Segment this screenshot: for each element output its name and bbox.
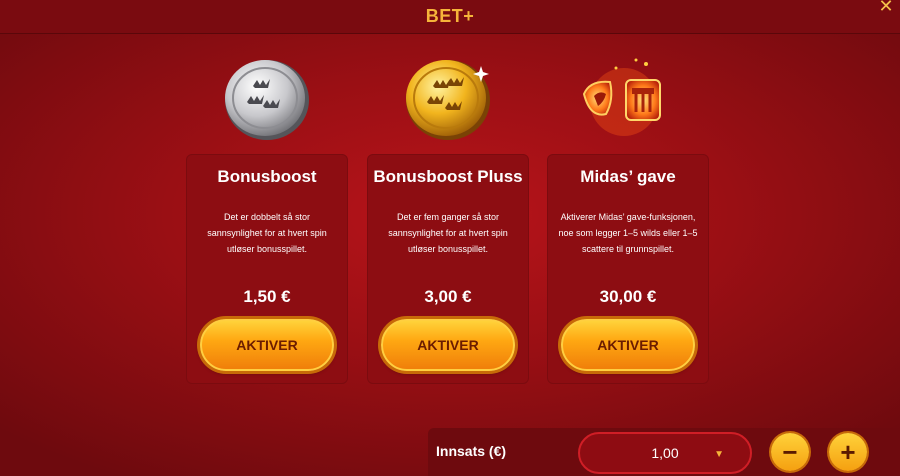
card-price: 3,00 € (424, 287, 472, 306)
aktiver-button-bonusboost-pluss[interactable]: AKTIVER (381, 319, 515, 371)
plus-icon: + (840, 437, 856, 467)
midas-gift-icon (576, 50, 672, 146)
minus-icon: − (782, 437, 798, 467)
gold-coin-icon (399, 50, 495, 146)
chevron-down-icon: ▼ (714, 449, 724, 460)
card-description: Det er fem ganger så stor sannsynlighet … (388, 212, 508, 254)
card-bonusboost-pluss: Bonusboost Pluss Det er fem ganger så st… (367, 154, 529, 384)
stake-label: Innsats (€) (436, 443, 507, 459)
stake-dropdown[interactable]: 1,00 ▼ (578, 432, 752, 474)
page-title: BET+ (425, 6, 475, 26)
silver-coin-icon (219, 50, 315, 146)
decrease-stake-button[interactable]: − (771, 433, 809, 471)
aktiver-button-midas-gave[interactable]: AKTIVER (561, 319, 695, 371)
card-bonusboost: Bonusboost Det er dobbelt så stor sannsy… (186, 154, 348, 384)
stake-bar: Innsats (€) 1,00 ▼ − + (428, 428, 900, 476)
card-price: 1,50 € (243, 287, 291, 306)
card-description: Det er dobbelt så stor sannsynlighet for… (207, 212, 327, 254)
card-title: Bonusboost (217, 167, 317, 186)
card-midas-gave: Midas’ gave Aktiverer Midas’ gave-funksj… (547, 154, 709, 384)
aktiver-button-bonusboost[interactable]: AKTIVER (200, 319, 334, 371)
card-price: 30,00 € (599, 287, 657, 306)
increase-stake-button[interactable]: + (829, 433, 867, 471)
stake-value: 1,00 (651, 445, 679, 461)
card-title: Midas’ gave (580, 167, 676, 186)
card-description: Aktiverer Midas’ gave-funksjonen, noe so… (558, 212, 698, 254)
card-title: Bonusboost Pluss (373, 167, 523, 186)
close-icon[interactable]: ✕ (876, 0, 896, 16)
header-bar: BET+ ✕ (0, 0, 900, 34)
